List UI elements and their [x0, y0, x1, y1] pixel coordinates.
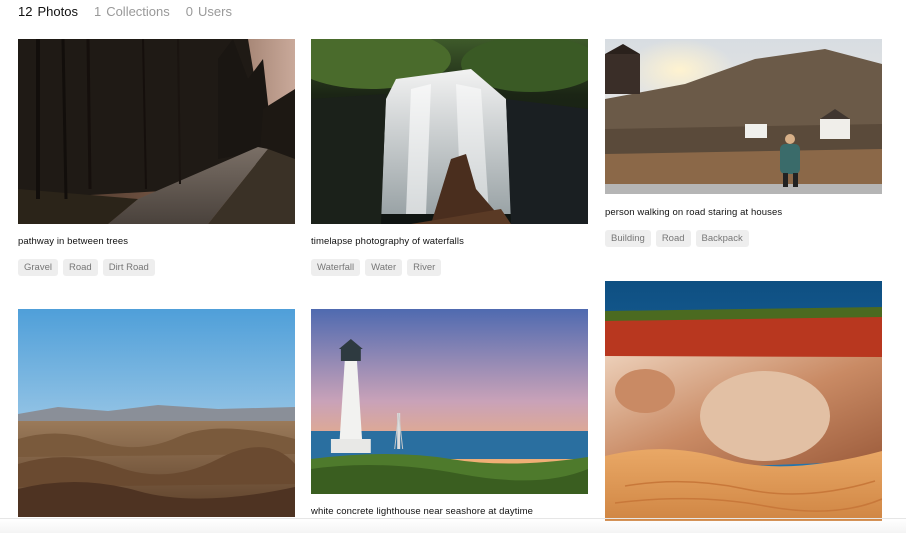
tag-dirt-road[interactable]: Dirt Road: [102, 259, 155, 276]
tab-users-count: 0: [185, 4, 194, 19]
photo-card: person walking on road staring at houses…: [605, 39, 882, 259]
photo-tags: Building Road Backpack: [605, 230, 749, 247]
photo-tags: Waterfall Water River: [311, 259, 442, 276]
photo-lighthouse[interactable]: [311, 309, 588, 494]
tag-river[interactable]: River: [407, 259, 442, 276]
red-cliffs-image: [605, 281, 882, 521]
photo-card: [18, 309, 295, 517]
tab-photos[interactable]: 12 Photos: [18, 4, 78, 19]
photo-card: timelapse photography of waterfalls Wate…: [311, 39, 588, 279]
tag-waterfall[interactable]: Waterfall: [311, 259, 361, 276]
person-walking-image: [605, 39, 882, 194]
tab-photos-count: 12: [18, 4, 33, 19]
tag-building[interactable]: Building: [605, 230, 651, 247]
search-result-tabs: 12 Photos 1 Collections 0 Users: [18, 4, 232, 19]
photo-caption: white concrete lighthouse near seashore …: [311, 506, 534, 517]
photo-caption: timelapse photography of waterfalls: [311, 236, 464, 247]
tag-water[interactable]: Water: [365, 259, 403, 276]
photo-caption: person walking on road staring at houses: [605, 207, 783, 218]
desert-hills-image: [18, 309, 295, 517]
tab-collections-count: 1: [93, 4, 102, 19]
waterfall-image: [311, 39, 588, 224]
photo-red-cliffs[interactable]: [605, 281, 882, 521]
tab-photos-label: Photos: [37, 4, 78, 19]
bottom-scroll-fade: [0, 518, 906, 533]
lighthouse-image: [311, 309, 588, 494]
photo-person-walking[interactable]: [605, 39, 882, 194]
tag-gravel[interactable]: Gravel: [18, 259, 58, 276]
photo-forest-pathway[interactable]: [18, 39, 295, 224]
tab-collections[interactable]: 1 Collections: [94, 4, 170, 19]
photo-caption: pathway in between trees: [18, 236, 129, 247]
photo-card: pathway in between trees Gravel Road Dir…: [18, 39, 295, 279]
photo-card: [605, 281, 882, 521]
tab-users[interactable]: 0 Users: [186, 4, 232, 19]
tag-backpack[interactable]: Backpack: [695, 230, 749, 247]
tag-road[interactable]: Road: [655, 230, 691, 247]
tab-collections-label: Collections: [106, 4, 170, 19]
tag-road[interactable]: Road: [62, 259, 98, 276]
photo-desert-hills[interactable]: [18, 309, 295, 517]
photo-card: white concrete lighthouse near seashore …: [311, 309, 588, 524]
photo-waterfall[interactable]: [311, 39, 588, 224]
forest-pathway-image: [18, 39, 295, 224]
photo-tags: Gravel Road Dirt Road: [18, 259, 155, 276]
tab-users-label: Users: [198, 4, 232, 19]
